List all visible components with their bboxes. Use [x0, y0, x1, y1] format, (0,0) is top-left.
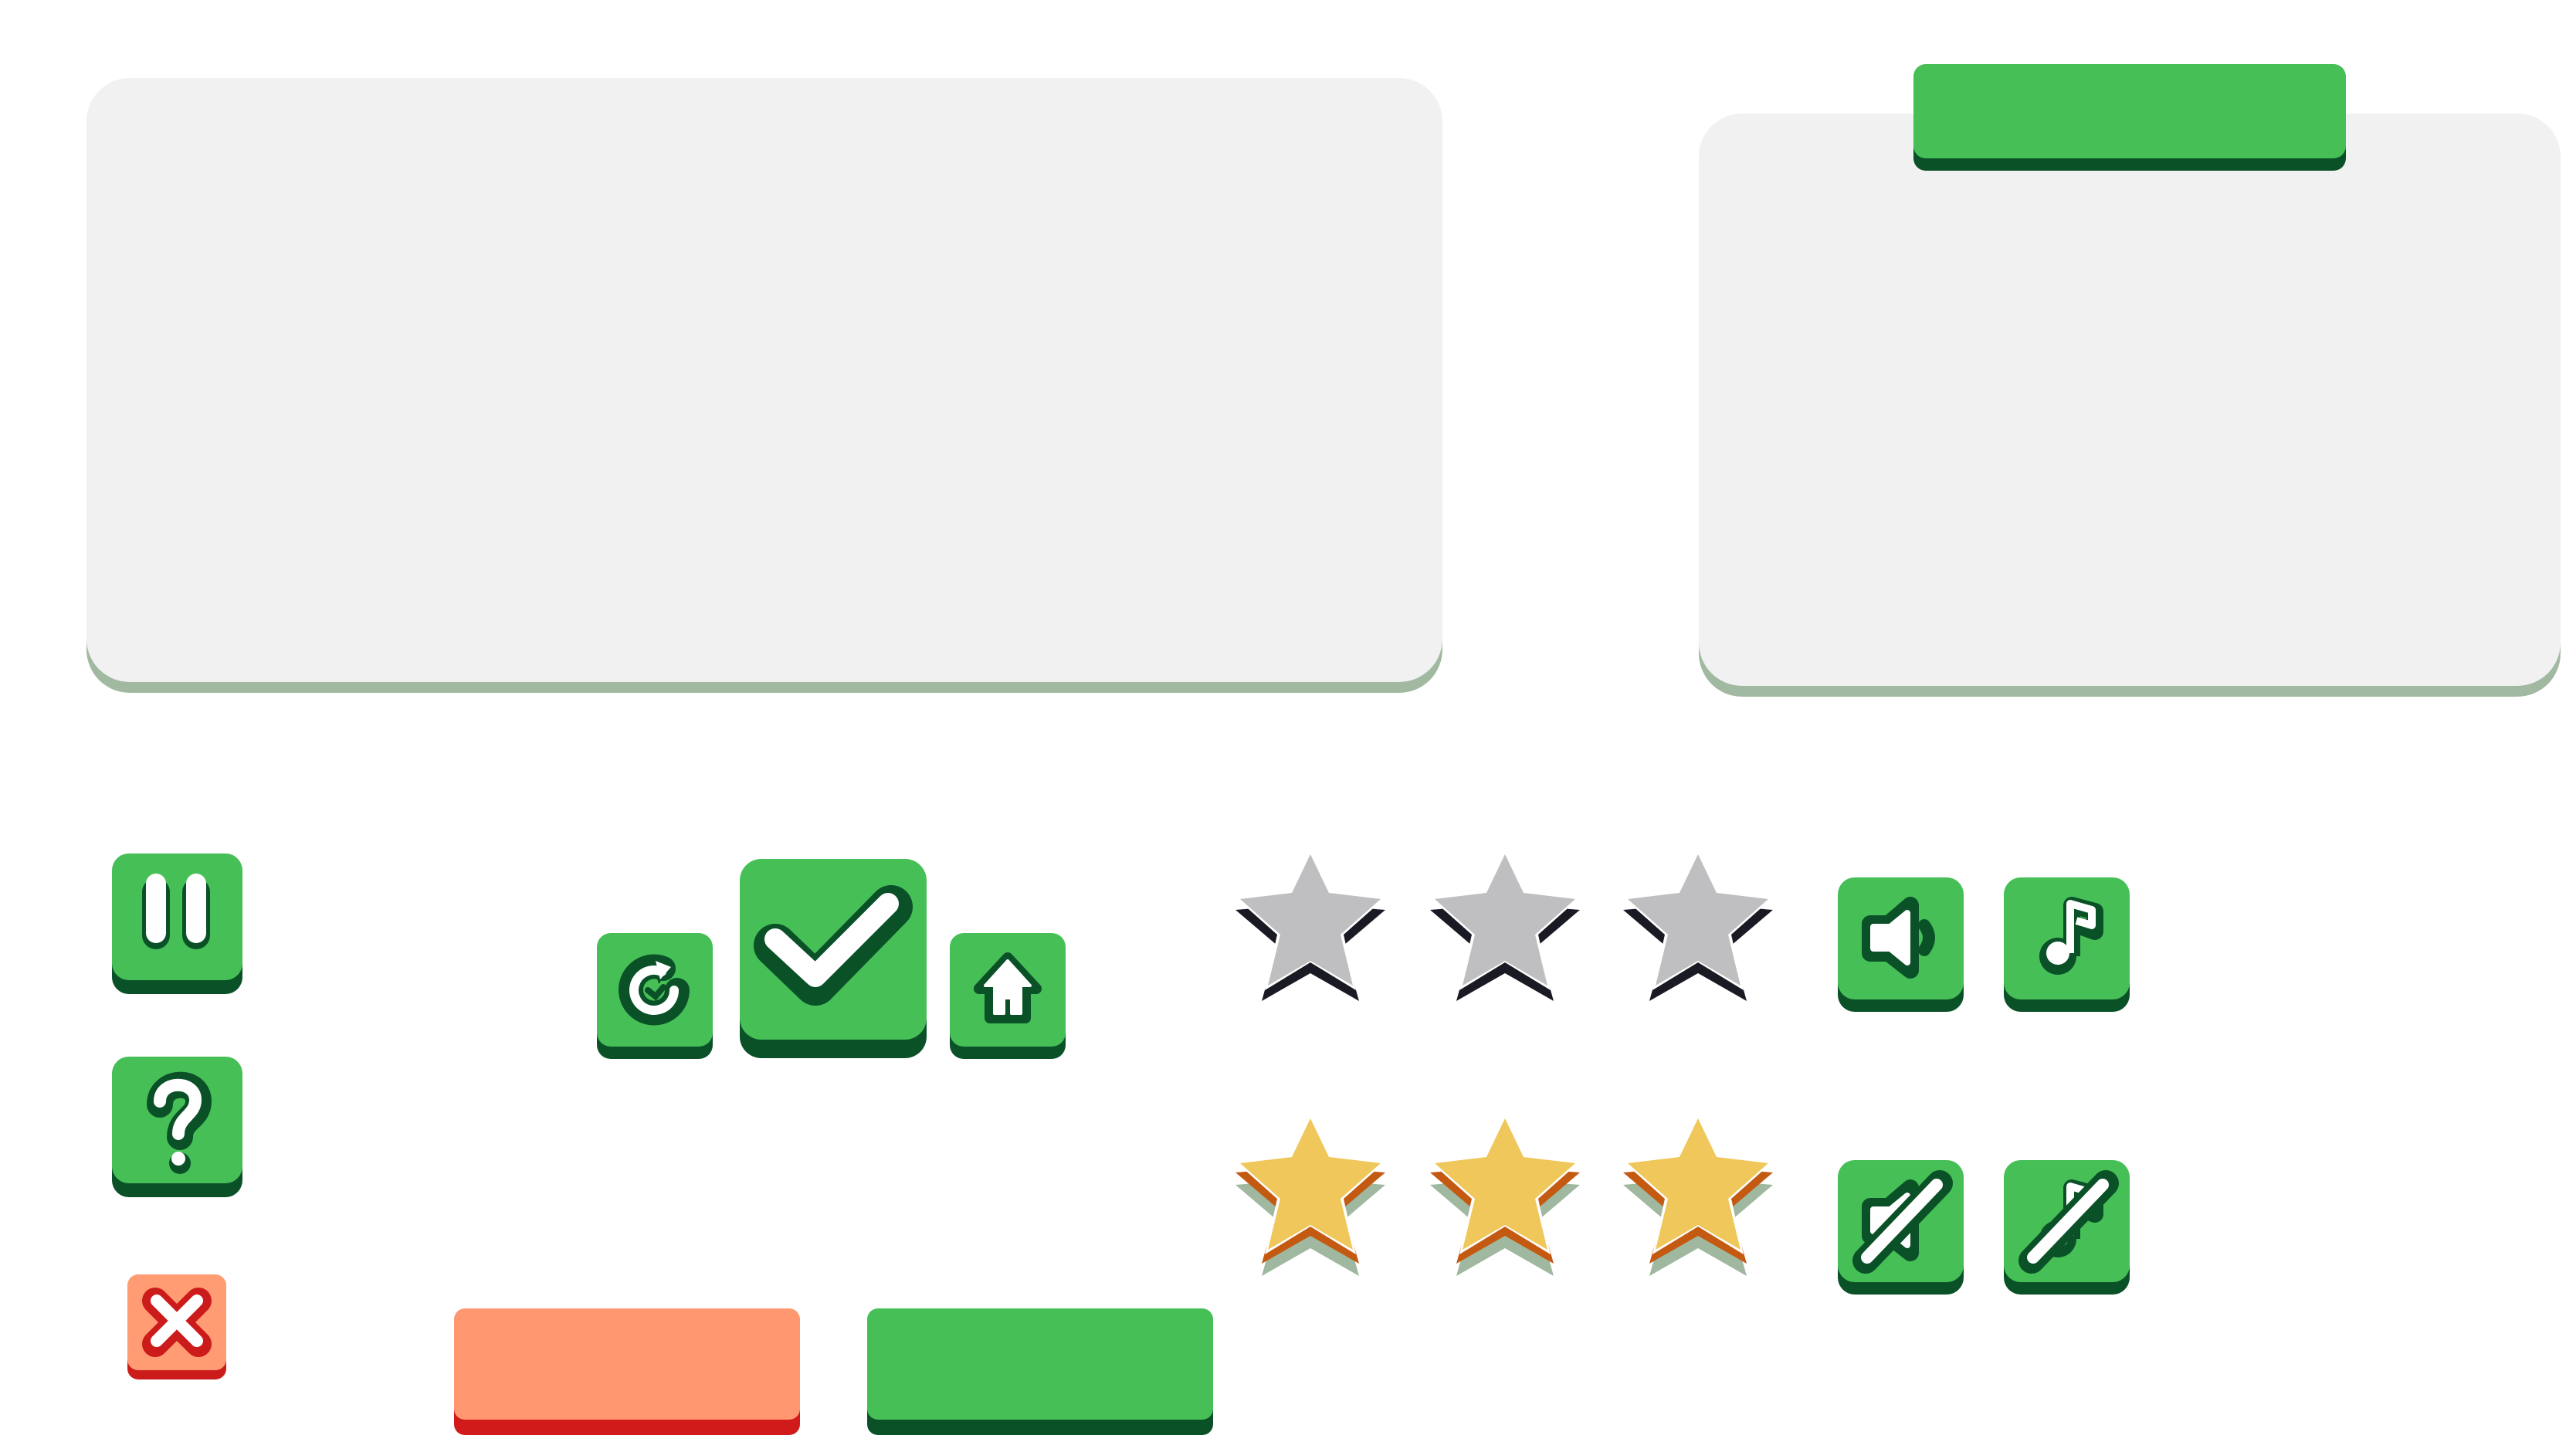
cancel-button[interactable]	[454, 1308, 800, 1420]
close-button[interactable]	[127, 1274, 226, 1370]
sound-muted-button[interactable]	[1838, 1160, 1964, 1282]
music-muted-button[interactable]	[2004, 1160, 2130, 1282]
confirm-button[interactable]	[740, 859, 927, 1040]
pause-icon	[142, 874, 210, 949]
restart-icon	[619, 954, 690, 1026]
dialog-panel-small	[1699, 114, 2561, 686]
speaker-icon	[1862, 897, 1935, 979]
star-empty-2	[1430, 851, 1580, 1001]
speaker-muted-icon	[1852, 1170, 1953, 1274]
music-muted-icon	[2018, 1170, 2119, 1274]
sound-button[interactable]	[1838, 877, 1964, 999]
home-button[interactable]	[950, 933, 1066, 1047]
pause-button[interactable]	[112, 853, 242, 980]
music-button[interactable]	[2004, 877, 2130, 999]
ok-button[interactable]	[867, 1308, 1213, 1420]
restart-button[interactable]	[597, 933, 713, 1047]
close-icon	[142, 1288, 212, 1357]
star-empty-3	[1623, 851, 1773, 1001]
music-note-icon	[2039, 897, 2103, 975]
help-button[interactable]	[112, 1057, 242, 1183]
dialog-panel-large	[86, 78, 1442, 682]
star-filled-1	[1235, 1115, 1385, 1276]
panel-header-tab	[1913, 64, 2346, 158]
star-filled-3	[1623, 1115, 1773, 1276]
star-filled-2	[1430, 1115, 1580, 1276]
star-empty-1	[1235, 851, 1385, 1001]
home-icon	[974, 952, 1042, 1023]
checkmark-icon	[754, 885, 913, 1006]
question-icon	[147, 1071, 212, 1174]
